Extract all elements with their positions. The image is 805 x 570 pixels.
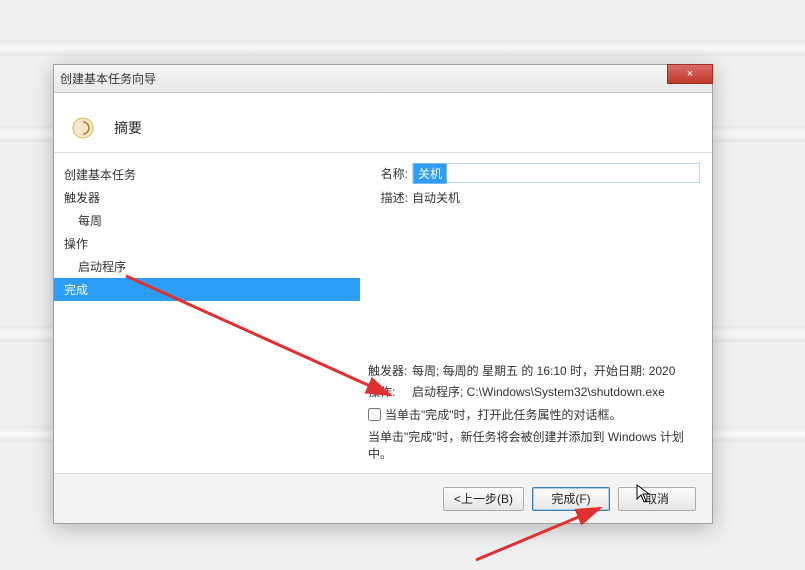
sidebar-item-label: 每周: [78, 214, 102, 228]
open-properties-label: 当单击"完成"时，打开此任务属性的对话框。: [385, 406, 622, 423]
window-title: 创建基本任务向导: [60, 70, 156, 87]
sidebar-item-label: 操作: [64, 237, 88, 251]
name-field[interactable]: 关机: [412, 163, 700, 183]
desc-value: 自动关机: [412, 189, 460, 206]
cancel-button[interactable]: 取消: [618, 487, 696, 511]
trigger-summary-value: 每周; 每周的 星期五 的 16:10 时，开始日期: 2020: [412, 362, 700, 379]
finish-info-text: 当单击"完成"时，新任务将会被创建并添加到 Windows 计划中。: [368, 429, 700, 463]
sidebar-item-label: 启动程序: [78, 260, 126, 274]
action-summary-label: 操作:: [368, 383, 412, 400]
mouse-cursor-icon: [636, 484, 652, 507]
sidebar-item-finish[interactable]: 完成: [54, 278, 360, 301]
wizard-footer: <上一步(B) 完成(F) 取消: [54, 473, 712, 523]
wizard-header: 摘要: [54, 93, 712, 153]
trigger-summary-label: 触发器:: [368, 362, 412, 379]
titlebar: 创建基本任务向导 ×: [54, 65, 712, 93]
back-button[interactable]: <上一步(B): [443, 487, 524, 511]
name-value: 关机: [413, 163, 447, 184]
sidebar-item-label: 创建基本任务: [64, 168, 136, 182]
sidebar-item-label: 完成: [64, 283, 88, 297]
wizard-steps-sidebar: 创建基本任务 触发器 每周 操作 启动程序 完成: [54, 153, 360, 473]
wizard-icon: [70, 115, 96, 141]
sidebar-item-action[interactable]: 操作: [54, 232, 360, 255]
wizard-step-title: 摘要: [114, 118, 142, 138]
open-properties-checkbox[interactable]: [368, 408, 381, 421]
task-wizard-dialog: 创建基本任务向导 × 摘要 创建基本任务 触发器 每周 操作 启动程序 完成 名…: [53, 64, 713, 524]
sidebar-item-create-task[interactable]: 创建基本任务: [54, 163, 360, 186]
sidebar-item-start-program[interactable]: 启动程序: [54, 255, 360, 278]
action-summary-value: 启动程序; C:\Windows\System32\shutdown.exe: [412, 383, 700, 400]
sidebar-item-weekly[interactable]: 每周: [54, 209, 360, 232]
name-label: 名称:: [368, 165, 408, 182]
desc-label: 描述:: [368, 189, 408, 206]
wizard-content: 名称: 关机 描述: 自动关机 触发器: 每周; 每周的 星期五 的 16:10…: [360, 153, 712, 473]
finish-button[interactable]: 完成(F): [532, 487, 610, 511]
sidebar-item-trigger[interactable]: 触发器: [54, 186, 360, 209]
sidebar-item-label: 触发器: [64, 191, 100, 205]
close-button[interactable]: ×: [667, 64, 713, 84]
